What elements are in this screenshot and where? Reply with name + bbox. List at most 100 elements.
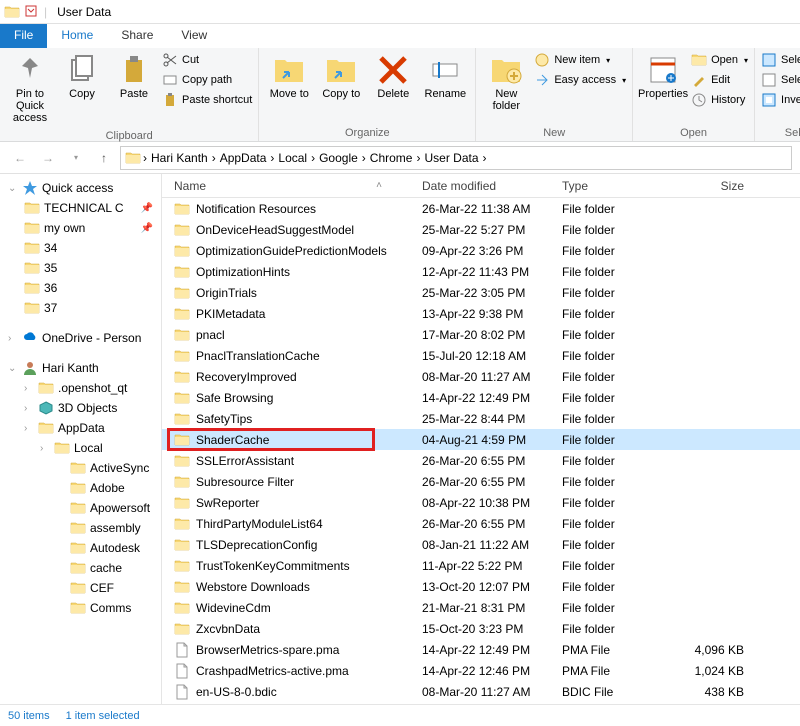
copy-path-button[interactable]: Copy path [162,72,252,88]
chevron-icon[interactable]: › [24,423,34,434]
sidebar-item[interactable]: 34 [0,238,161,258]
column-date[interactable]: Date modified [422,179,562,193]
table-row[interactable]: Webstore Downloads13-Oct-20 12:07 PMFile… [162,576,800,597]
select-all-button[interactable]: Select all [761,52,800,68]
sidebar-item[interactable]: Apowersoft [0,498,161,518]
table-row[interactable]: OnDeviceHeadSuggestModel25-Mar-22 5:27 P… [162,219,800,240]
table-row[interactable]: ThirdPartyModuleList6426-Mar-20 6:55 PMF… [162,513,800,534]
table-row[interactable]: OptimizationHints12-Apr-22 11:43 PMFile … [162,261,800,282]
table-row[interactable]: pnacl17-Mar-20 8:02 PMFile folder [162,324,800,345]
table-row[interactable]: SwReporter08-Apr-22 10:38 PMFile folder [162,492,800,513]
qat-dropdown-icon[interactable] [24,4,40,20]
pin-quick-access-button[interactable]: Pin to Quick access [6,50,54,128]
table-row[interactable]: Safe Browsing14-Apr-22 12:49 PMFile fold… [162,387,800,408]
table-row[interactable]: RecoveryImproved08-Mar-20 11:27 AMFile f… [162,366,800,387]
column-name[interactable]: Name˄ [162,179,422,193]
table-row[interactable]: Subresource Filter26-Mar-20 6:55 PMFile … [162,471,800,492]
nav-recent-button[interactable]: ▾ [64,146,88,170]
table-row[interactable]: en-US-8-0.bdic08-Mar-20 11:27 AMBDIC Fil… [162,681,800,702]
history-button[interactable]: History [691,92,748,108]
cut-button[interactable]: Cut [162,52,252,68]
nav-up-button[interactable]: ↑ [92,146,116,170]
sidebar-quick-access[interactable]: ⌄ Quick access [0,178,161,198]
nav-forward-button[interactable]: → [36,146,60,170]
chevron-down-icon[interactable]: ⌄ [8,363,18,374]
breadcrumb[interactable]: › Hari Kanth›AppData›Local›Google›Chrome… [120,146,792,170]
column-size[interactable]: Size [672,179,752,193]
chevron-down-icon[interactable]: ⌄ [8,183,18,194]
chevron-right-icon[interactable]: › [212,151,216,165]
chevron-right-icon[interactable]: › [8,333,18,344]
table-row[interactable]: Notification Resources26-Mar-22 11:38 AM… [162,198,800,219]
table-row[interactable]: OriginTrials25-Mar-22 3:05 PMFile folder [162,282,800,303]
copy-to-button[interactable]: Copy to [317,50,365,104]
sidebar-item[interactable]: 36 [0,278,161,298]
table-row[interactable]: SSLErrorAssistant26-Mar-20 6:55 PMFile f… [162,450,800,471]
chevron-right-icon[interactable]: › [362,151,366,165]
chevron-right-icon[interactable]: › [143,151,147,165]
chevron-right-icon[interactable]: › [483,151,487,165]
sidebar-item[interactable]: assembly [0,518,161,538]
nav-back-button[interactable]: ← [8,146,32,170]
easy-access-button[interactable]: Easy access▾ [534,72,626,88]
chevron-right-icon[interactable]: › [311,151,315,165]
sidebar-item[interactable]: CEF [0,578,161,598]
sidebar-onedrive[interactable]: › OneDrive - Person [0,328,161,348]
sidebar-item[interactable]: Adobe [0,478,161,498]
breadcrumb-segment[interactable]: Hari Kanth [149,151,210,165]
chevron-icon[interactable]: › [24,403,34,414]
table-row[interactable]: PKIMetadata13-Apr-22 9:38 PMFile folder [162,303,800,324]
sidebar-item[interactable]: ActiveSync [0,458,161,478]
edit-button[interactable]: Edit [691,72,748,88]
table-row[interactable]: TLSDeprecationConfig08-Jan-21 11:22 AMFi… [162,534,800,555]
sidebar-item[interactable]: my own📌 [0,218,161,238]
invert-selection-button[interactable]: Invert sele [761,92,800,108]
table-row[interactable]: ZxcvbnData15-Oct-20 3:23 PMFile folder [162,618,800,639]
sidebar-item[interactable]: TECHNICAL C📌 [0,198,161,218]
chevron-right-icon[interactable]: › [416,151,420,165]
table-row[interactable]: CrashpadMetrics-active.pma14-Apr-22 12:4… [162,660,800,681]
properties-button[interactable]: Properties [639,50,687,104]
chevron-right-icon[interactable]: › [270,151,274,165]
table-row[interactable]: SafetyTips25-Mar-22 8:44 PMFile folder [162,408,800,429]
breadcrumb-segment[interactable]: User Data [422,151,480,165]
copy-button[interactable]: Copy [58,50,106,104]
sidebar-item[interactable]: ›3D Objects [0,398,161,418]
delete-button[interactable]: Delete [369,50,417,104]
sidebar-item[interactable]: ›.openshot_qt [0,378,161,398]
table-row[interactable]: OptimizationGuidePredictionModels09-Apr-… [162,240,800,261]
file-list[interactable]: Notification Resources26-Mar-22 11:38 AM… [162,198,800,704]
new-folder-button[interactable]: New folder [482,50,530,116]
table-row[interactable]: WidevineCdm21-Mar-21 8:31 PMFile folder [162,597,800,618]
chevron-icon[interactable]: › [24,383,34,394]
table-row[interactable]: BrowserMetrics-spare.pma14-Apr-22 12:49 … [162,639,800,660]
rename-button[interactable]: Rename [421,50,469,104]
table-row[interactable]: PnaclTranslationCache15-Jul-20 12:18 AMF… [162,345,800,366]
move-to-button[interactable]: Move to [265,50,313,104]
sidebar-item[interactable]: ›AppData [0,418,161,438]
breadcrumb-segment[interactable]: AppData [218,151,269,165]
tab-share[interactable]: Share [107,24,167,48]
sidebar-user[interactable]: ⌄ Hari Kanth [0,358,161,378]
select-none-button[interactable]: Select none [761,72,800,88]
breadcrumb-segment[interactable]: Chrome [368,151,415,165]
tab-file[interactable]: File [0,24,47,48]
sidebar-item[interactable]: cache [0,558,161,578]
column-type[interactable]: Type [562,179,672,193]
breadcrumb-segment[interactable]: Google [317,151,360,165]
sidebar-item[interactable]: 37 [0,298,161,318]
breadcrumb-segment[interactable]: Local [276,151,309,165]
table-row[interactable]: ShaderCache04-Aug-21 4:59 PMFile folder [162,429,800,450]
chevron-icon[interactable]: › [40,443,50,454]
tab-view[interactable]: View [167,24,221,48]
sidebar-item[interactable]: Autodesk [0,538,161,558]
open-button[interactable]: Open▾ [691,52,748,68]
new-item-button[interactable]: New item▾ [534,52,626,68]
paste-shortcut-button[interactable]: Paste shortcut [162,92,252,108]
table-row[interactable]: TrustTokenKeyCommitments11-Apr-22 5:22 P… [162,555,800,576]
tab-home[interactable]: Home [47,24,107,48]
sidebar-item[interactable]: Comms [0,598,161,618]
sidebar-item[interactable]: 35 [0,258,161,278]
sidebar-item[interactable]: ›Local [0,438,161,458]
paste-button[interactable]: Paste [110,50,158,104]
